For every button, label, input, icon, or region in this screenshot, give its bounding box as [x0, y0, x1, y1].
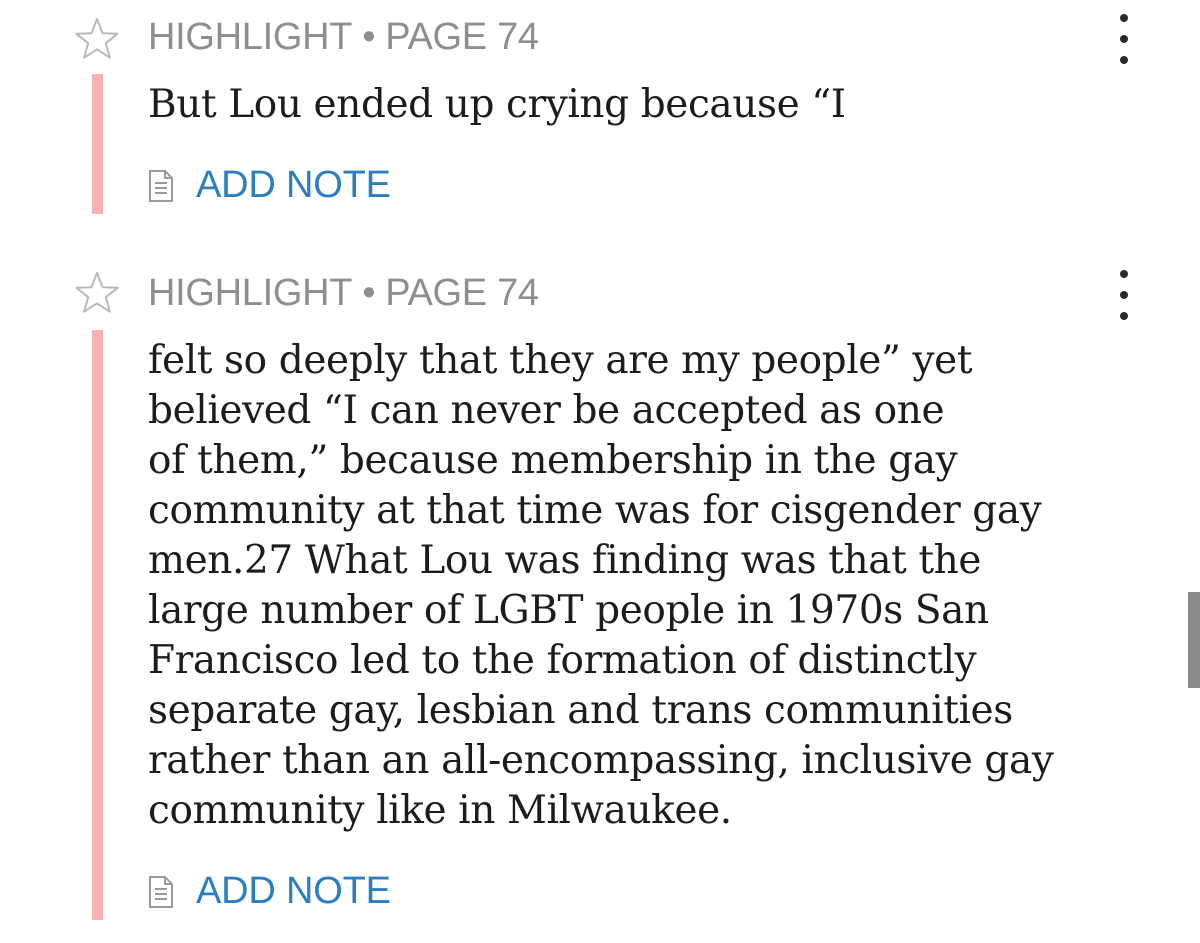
text-line: community at that time was for cisgender…: [148, 488, 1042, 533]
star-outline-icon[interactable]: [74, 270, 120, 314]
highlight-header: HIGHLIGHT • PAGE 74: [148, 16, 539, 59]
add-note-label: ADD NOTE: [196, 164, 391, 206]
star-outline-icon[interactable]: [74, 16, 120, 60]
header-separator: •: [362, 272, 376, 314]
note-document-icon: [149, 169, 173, 202]
text-line: large number of LGBT people in 1970s San: [148, 588, 989, 633]
highlight-header: HIGHLIGHT • PAGE 74: [148, 272, 539, 315]
add-note-button[interactable]: ADD NOTE: [148, 870, 391, 913]
highlight-text: felt so deeply that they are my people” …: [148, 336, 1108, 836]
highlight-page: PAGE 74: [385, 272, 539, 314]
menu-dot: [1120, 270, 1128, 278]
menu-dot: [1120, 35, 1128, 43]
text-line: believed “I can never be accepted as one: [148, 388, 945, 433]
text-line: Francisco led to the formation of distin…: [148, 638, 977, 683]
menu-dot: [1120, 14, 1128, 22]
more-vertical-icon[interactable]: [1108, 14, 1140, 64]
text-line: separate gay, lesbian and trans communit…: [148, 688, 1013, 733]
text-line: community like in Milwaukee.: [148, 788, 732, 833]
text-line: men.27 What Lou was finding was that the: [148, 538, 982, 583]
text-line: rather than an all-encompassing, inclusi…: [148, 738, 1054, 783]
highlight-text: But Lou ended up crying because “I: [148, 82, 846, 127]
text-line: of them,” because membership in the gay: [148, 438, 958, 483]
menu-dot: [1120, 291, 1128, 299]
highlight-color-bar: [92, 330, 103, 920]
add-note-label: ADD NOTE: [196, 870, 391, 912]
add-note-button[interactable]: ADD NOTE: [148, 164, 391, 207]
more-vertical-icon[interactable]: [1108, 270, 1140, 320]
header-separator: •: [362, 16, 376, 58]
note-document-icon: [149, 875, 173, 908]
highlight-type: HIGHLIGHT: [148, 272, 353, 314]
highlight-type: HIGHLIGHT: [148, 16, 353, 58]
highlight-color-bar: [92, 74, 103, 214]
menu-dot: [1120, 312, 1128, 320]
menu-dot: [1120, 56, 1128, 64]
scrollbar-thumb[interactable]: [1188, 592, 1200, 688]
text-line: felt so deeply that they are my people” …: [148, 338, 973, 383]
highlight-page: PAGE 74: [385, 16, 539, 58]
